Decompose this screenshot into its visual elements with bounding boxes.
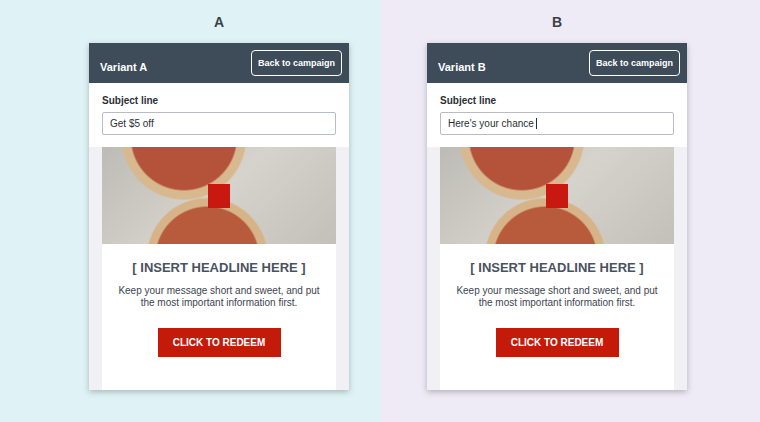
email-headline: [ INSERT HEADLINE HERE ] [132, 260, 305, 276]
variant-column: B Variant B Back to campaign Subject line He… [380, 0, 760, 422]
variant-label: B [552, 14, 562, 30]
email-text: Keep your message short and sweet, and p… [451, 285, 663, 309]
email-content: [ INSERT HEADLINE HERE ] Keep your messag… [440, 244, 674, 390]
email-body: [ INSERT HEADLINE HERE ] Keep your messag… [102, 147, 336, 390]
email-text: Keep your message short and sweet, and p… [113, 285, 325, 309]
variant-label: A [214, 14, 224, 30]
email-headline: [ INSERT HEADLINE HERE ] [470, 260, 643, 276]
subject-label: Subject line [102, 95, 336, 107]
redeem-button[interactable]: CLICK TO REDEEM [496, 328, 619, 357]
email-body: [ INSERT HEADLINE HERE ] Keep your messag… [440, 147, 674, 390]
back-to-campaign-button[interactable]: Back to campaign [589, 50, 680, 76]
variant-card: Variant A Back to campaign Subject line Get… [89, 43, 349, 390]
subject-input[interactable]: Get $5 off [102, 112, 336, 135]
subject-section: Subject line Get $5 off [89, 83, 349, 147]
text-caret [536, 118, 537, 129]
pizza-photo [440, 147, 674, 244]
variant-title: Variant B [438, 54, 486, 73]
subject-section: Subject line Here's your chance [427, 83, 687, 147]
subject-label: Subject line [440, 95, 674, 107]
card-header: Variant B Back to campaign [427, 43, 687, 83]
back-to-campaign-button[interactable]: Back to campaign [251, 50, 342, 76]
pizza-photo [102, 147, 336, 244]
variant-column: A Variant A Back to campaign Subject line Ge… [0, 0, 380, 422]
email-preview: [ INSERT HEADLINE HERE ] Keep your messag… [89, 147, 349, 390]
subject-input[interactable]: Here's your chance [440, 112, 674, 135]
page: A Variant A Back to campaign Subject line Ge… [0, 0, 760, 422]
variant-card: Variant B Back to campaign Subject line Her… [427, 43, 687, 390]
subject-value: Here's your chance [448, 118, 534, 129]
logo-icon [546, 184, 568, 208]
email-content: [ INSERT HEADLINE HERE ] Keep your messag… [102, 244, 336, 390]
logo-icon [208, 184, 230, 208]
card-header: Variant A Back to campaign [89, 43, 349, 83]
variant-title: Variant A [100, 54, 147, 73]
email-preview: [ INSERT HEADLINE HERE ] Keep your messag… [427, 147, 687, 390]
subject-value: Get $5 off [110, 118, 154, 129]
redeem-button[interactable]: CLICK TO REDEEM [158, 328, 281, 357]
